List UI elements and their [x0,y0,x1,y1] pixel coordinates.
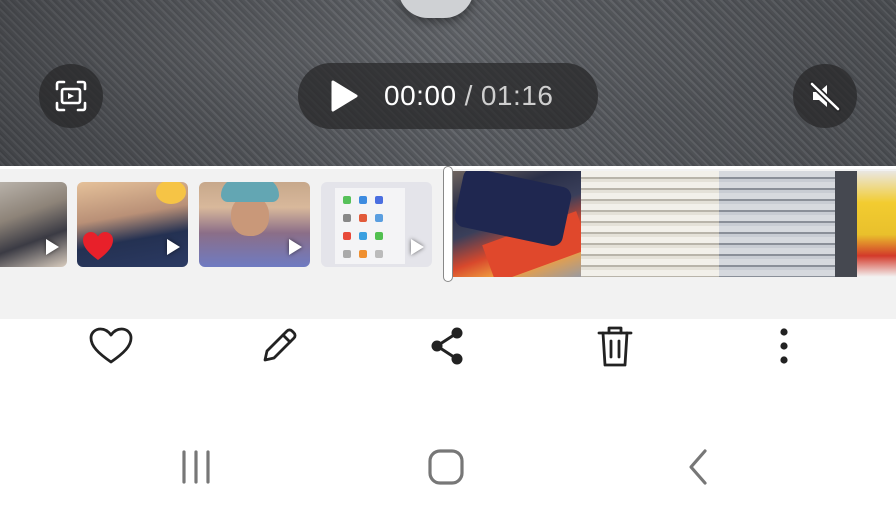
navigation-bar [0,379,896,512]
more-options-button[interactable] [761,323,807,369]
time-separator: / [464,80,473,111]
app-dot [343,250,351,258]
app-dot [343,214,351,222]
app-dot [375,214,383,222]
app-dot [343,196,351,204]
app-dot [359,196,367,204]
recent-apps-button[interactable] [174,445,218,489]
video-thumbnail[interactable] [321,182,432,267]
screen-capture-icon [55,80,87,112]
emoji-sticker [156,182,186,204]
action-bar [0,319,896,379]
pencil-icon [263,328,297,362]
app-dot [359,250,367,258]
play-icon [411,239,424,255]
turban [221,182,279,202]
person-face [231,196,269,236]
delete-button[interactable] [592,323,638,369]
heart-sticker-icon [83,232,113,260]
app-dot [375,196,383,204]
volume-muted-icon [809,81,841,112]
favorite-button[interactable] [88,323,134,369]
frame-detail [452,171,574,248]
trash-icon [597,326,633,367]
video-preview[interactable]: 00:00/01:16 [0,0,896,166]
playback-controls: 00:00/01:16 [298,63,598,129]
play-icon [289,239,302,255]
app-dot [359,232,367,240]
recent-apps-icon [182,450,210,484]
home-button[interactable] [424,445,468,489]
timeline-frame[interactable] [452,171,581,277]
play-button[interactable] [324,76,364,116]
video-thumbnail[interactable] [0,182,67,267]
more-vertical-icon [780,328,788,364]
play-icon [46,239,59,255]
app-dot [343,232,351,240]
app-dot [375,232,383,240]
timeline-frame[interactable] [581,171,719,277]
phone-screen [335,188,405,264]
share-button[interactable] [424,323,470,369]
current-time: 00:00 [384,80,457,111]
frame-detail [835,171,857,277]
app-dot [375,250,383,258]
video-thumbnail[interactable] [77,182,188,267]
back-button[interactable] [676,445,720,489]
app-dot [359,214,367,222]
capture-frame-button[interactable] [39,64,103,128]
playback-time: 00:00/01:16 [384,80,553,112]
share-icon [431,327,463,365]
back-icon [689,449,707,485]
timeline-frame[interactable] [857,171,896,277]
playhead-handle[interactable] [444,167,452,281]
thumbnail-strip[interactable] [0,166,896,322]
video-thumbnail[interactable] [199,182,310,267]
home-icon [428,449,464,485]
play-icon [167,239,180,255]
edit-button[interactable] [256,323,302,369]
heart-icon [89,327,133,364]
duration: 01:16 [480,80,554,111]
mute-button[interactable] [793,64,857,128]
play-icon [331,80,358,112]
timeline-frame[interactable] [719,171,857,277]
